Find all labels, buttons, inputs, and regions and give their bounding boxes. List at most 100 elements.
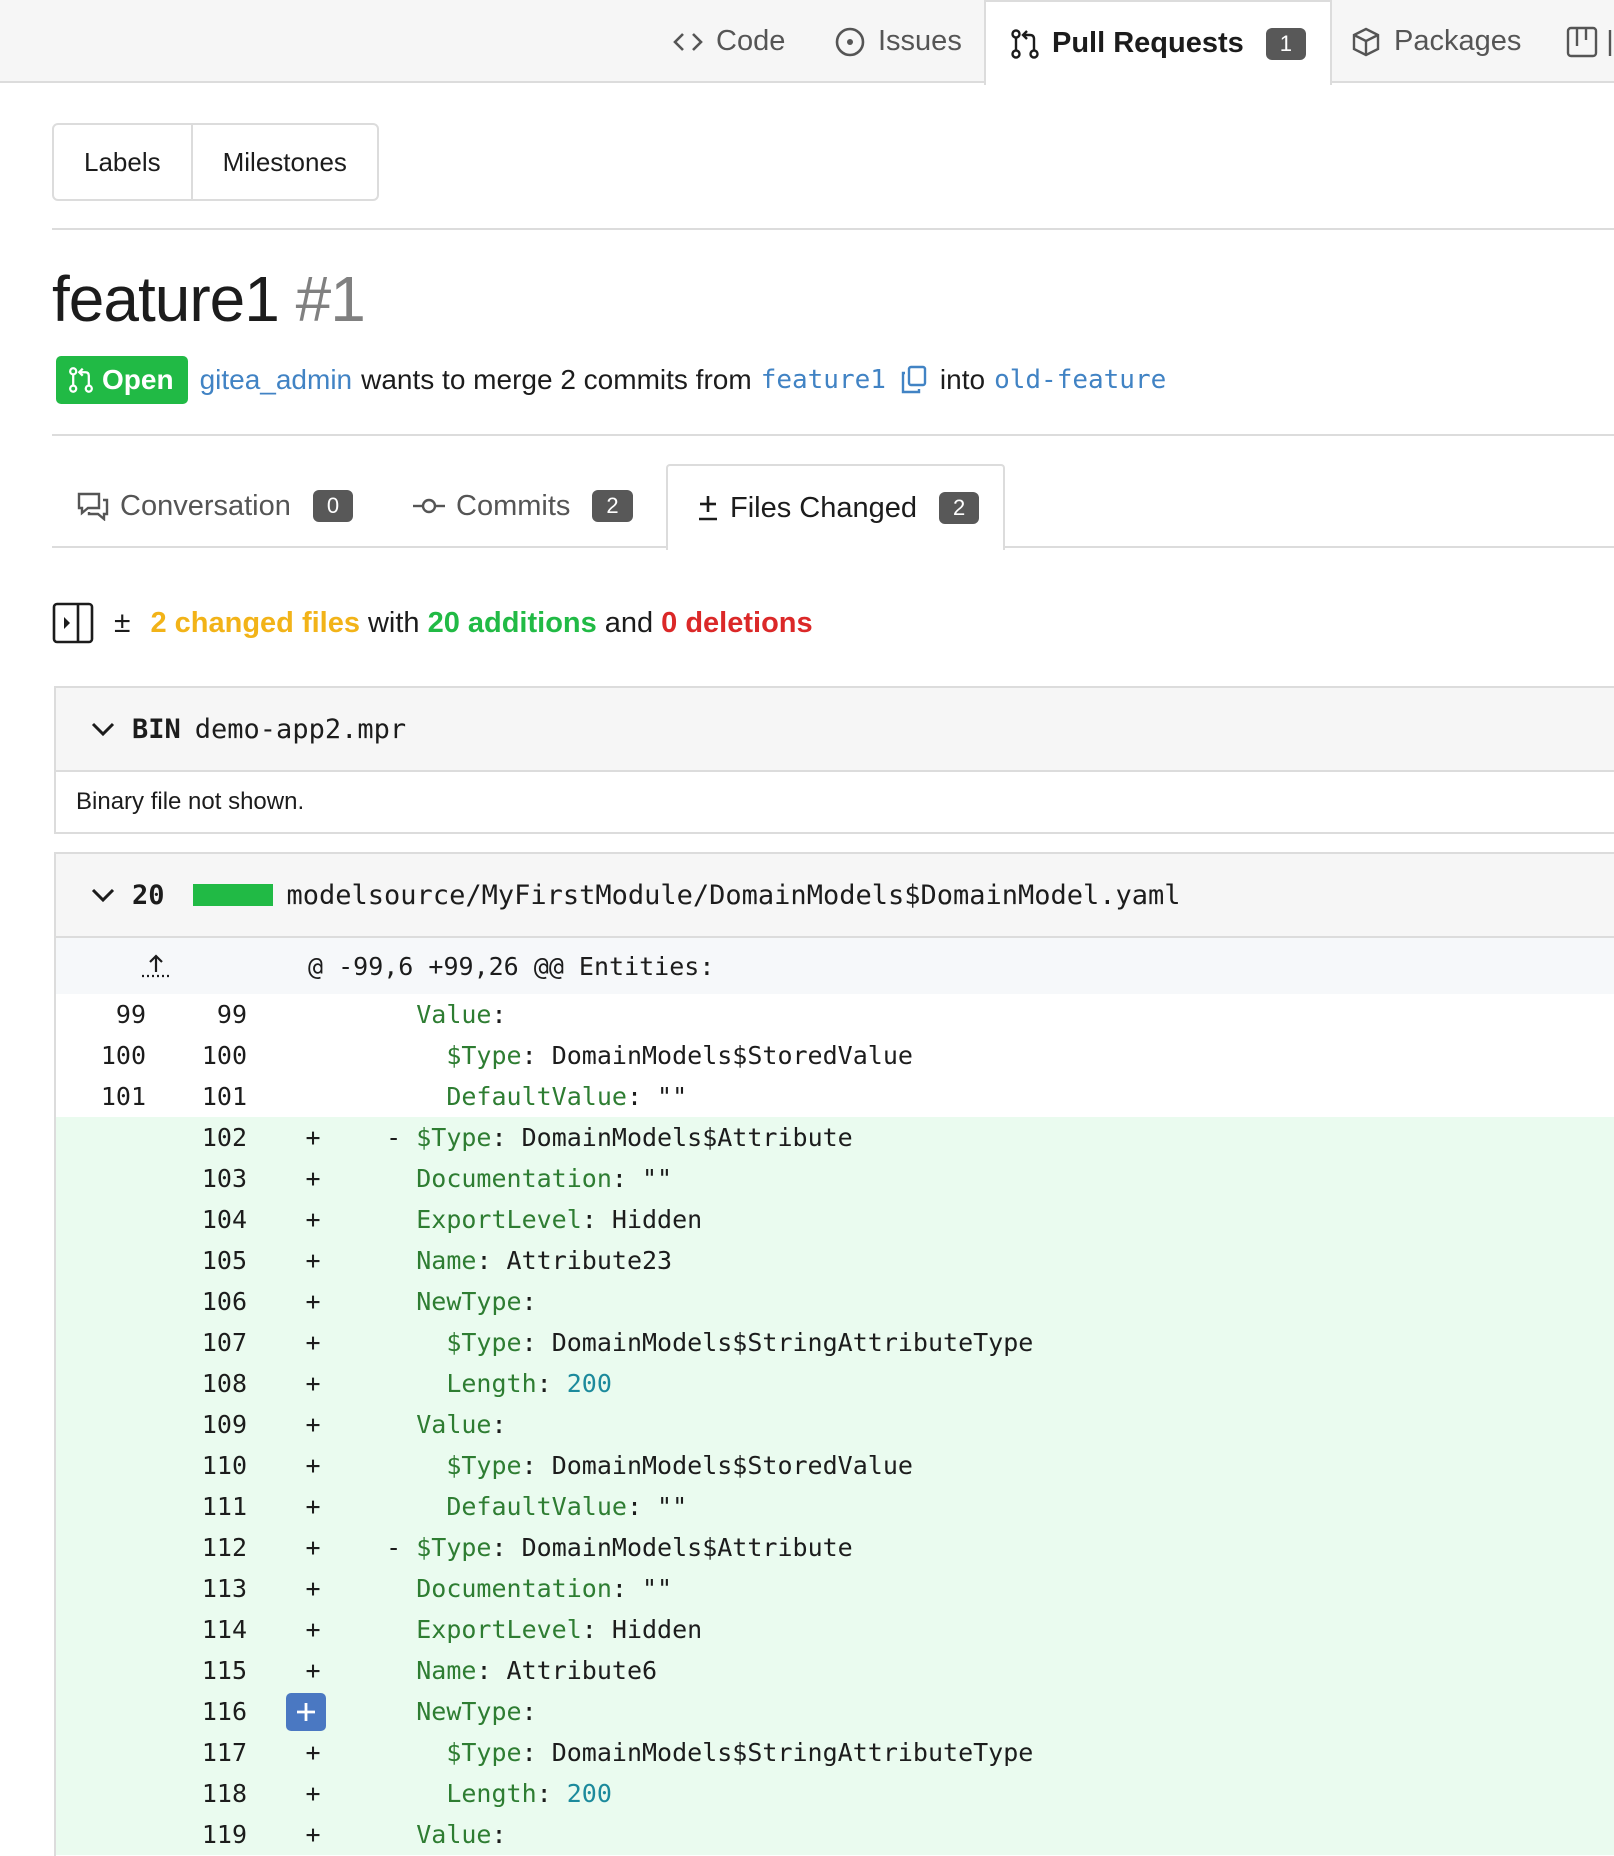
- code-text: Value:: [356, 1410, 507, 1439]
- file-name[interactable]: demo-app2.mpr: [195, 714, 406, 745]
- summary-and: and: [604, 606, 654, 639]
- new-line-number[interactable]: 108: [156, 1369, 247, 1398]
- new-line-number[interactable]: 105: [156, 1246, 247, 1275]
- yaml-separator: :: [521, 1697, 537, 1726]
- yaml-separator: :: [476, 1656, 507, 1685]
- file-header[interactable]: 20 modelsource/MyFirstModule/DomainModel…: [56, 854, 1614, 938]
- commits-count: 2: [592, 490, 633, 522]
- new-line-number[interactable]: 110: [156, 1451, 247, 1480]
- diff-line-context: 99 99 Value:: [56, 994, 1614, 1035]
- tab-projects[interactable]: [1566, 0, 1614, 83]
- tab-files-changed-label: Files Changed: [730, 491, 917, 524]
- project-board-icon: [1566, 26, 1612, 57]
- old-line-number[interactable]: 100: [56, 1041, 146, 1070]
- new-line-number[interactable]: 115: [156, 1656, 247, 1685]
- yaml-value: Attribute23: [506, 1246, 673, 1275]
- new-line-number[interactable]: 102: [156, 1123, 247, 1152]
- new-line-number[interactable]: 117: [156, 1738, 247, 1767]
- new-line-number[interactable]: 99: [156, 1000, 247, 1029]
- new-line-number[interactable]: 100: [156, 1041, 247, 1070]
- diff-line-added: 109 + Value:: [56, 1404, 1614, 1445]
- yaml-separator: :: [611, 1164, 642, 1193]
- new-line-number[interactable]: 107: [156, 1328, 247, 1357]
- chevron-down-icon[interactable]: [90, 885, 116, 905]
- file-header[interactable]: BIN demo-app2.mpr: [56, 688, 1614, 772]
- diff-lines: 99 99 Value: 100 100 $Type: DomainModels$St…: [56, 994, 1614, 1855]
- new-line-number[interactable]: 106: [156, 1287, 247, 1316]
- new-line-number[interactable]: 114: [156, 1615, 247, 1644]
- diff-sign: +: [305, 1533, 321, 1562]
- yaml-separator: :: [491, 1820, 507, 1849]
- changed-files-count[interactable]: 2 changed files: [150, 607, 360, 640]
- page-title: feature1 #1: [52, 262, 366, 336]
- author-link[interactable]: gitea_admin: [200, 364, 353, 396]
- diff-stat-icon: ±: [114, 606, 131, 639]
- new-line-number[interactable]: 111: [156, 1492, 247, 1521]
- new-line-number[interactable]: 103: [156, 1164, 247, 1193]
- diff-sign: +: [305, 1123, 321, 1152]
- chevron-down-icon[interactable]: [90, 719, 116, 739]
- yaml-key: DefaultValue: [446, 1492, 627, 1521]
- code-text: DefaultValue: "": [356, 1492, 687, 1521]
- yaml-separator: :: [626, 1492, 658, 1521]
- code-text: Name: Attribute23: [356, 1246, 672, 1275]
- new-line-number[interactable]: 116: [156, 1697, 247, 1726]
- yaml-key: Documentation: [416, 1164, 612, 1193]
- diff-line-added: 110 + $Type: DomainModels$StoredValue: [56, 1445, 1614, 1486]
- package-icon: [1352, 27, 1380, 56]
- plus-icon: [297, 1703, 315, 1721]
- new-line-number[interactable]: 119: [156, 1820, 247, 1849]
- yaml-key: $Type: [416, 1533, 492, 1562]
- new-line-number[interactable]: 104: [156, 1205, 247, 1234]
- tab-files-changed[interactable]: Files Changed 2: [666, 464, 1006, 550]
- milestones-button[interactable]: Milestones: [190, 125, 377, 199]
- tab-code-label: Code: [716, 25, 786, 57]
- yaml-separator: :: [491, 1410, 507, 1439]
- old-line-number[interactable]: 99: [56, 1000, 146, 1029]
- new-line-number[interactable]: 112: [156, 1533, 247, 1562]
- new-line-number[interactable]: 113: [156, 1574, 247, 1603]
- yaml-value: DomainModels$StoredValue: [551, 1041, 913, 1070]
- diff-line-context: 100 100 $Type: DomainModels$StoredValue: [56, 1035, 1614, 1076]
- diff-line-added: 119 + Value:: [56, 1814, 1614, 1855]
- new-line-number[interactable]: 101: [156, 1082, 247, 1111]
- base-branch-link[interactable]: old-feature: [994, 365, 1166, 395]
- head-branch-link[interactable]: feature1: [761, 365, 886, 395]
- new-line-number[interactable]: 118: [156, 1779, 247, 1808]
- file-name[interactable]: modelsource/MyFirstModule/DomainModels$D…: [287, 880, 1181, 911]
- file-change-count: 20: [132, 879, 165, 911]
- labels-button[interactable]: Labels: [54, 125, 191, 199]
- yaml-separator: :: [491, 1123, 522, 1152]
- old-line-number[interactable]: 101: [56, 1082, 146, 1111]
- yaml-key: Value: [416, 1820, 492, 1849]
- expand-up-icon[interactable]: [140, 952, 172, 980]
- tab-packages[interactable]: Packages: [1350, 0, 1521, 83]
- tab-pull-requests[interactable]: Pull Requests 1: [984, 0, 1333, 85]
- repo-nav: Code Issues Pull Requests 1 Packages: [0, 0, 1614, 85]
- tab-commits[interactable]: Commits 2: [412, 464, 633, 548]
- tab-conversation[interactable]: Conversation 0: [76, 464, 354, 548]
- tab-code[interactable]: Code: [672, 0, 785, 83]
- diff-line-added: 113 + Documentation: "": [56, 1568, 1614, 1609]
- yaml-key: Value: [416, 1000, 492, 1029]
- tab-issues[interactable]: Issues: [834, 0, 962, 83]
- diff-sign: +: [305, 1779, 321, 1808]
- tab-issues-label: Issues: [878, 25, 962, 57]
- diff-table: @ -99,6 +99,26 @@ Entities: 99 99 Value: 1…: [56, 938, 1614, 1855]
- code-text: Value:: [356, 1820, 507, 1849]
- add-comment-button[interactable]: [286, 1693, 326, 1731]
- new-line-number[interactable]: 109: [156, 1410, 247, 1439]
- yaml-separator: :: [491, 1000, 507, 1029]
- diff-sign: +: [305, 1820, 321, 1849]
- diff-sign: +: [305, 1164, 321, 1193]
- sidebar-toggle-icon[interactable]: [52, 602, 94, 644]
- copy-icon[interactable]: [900, 365, 928, 395]
